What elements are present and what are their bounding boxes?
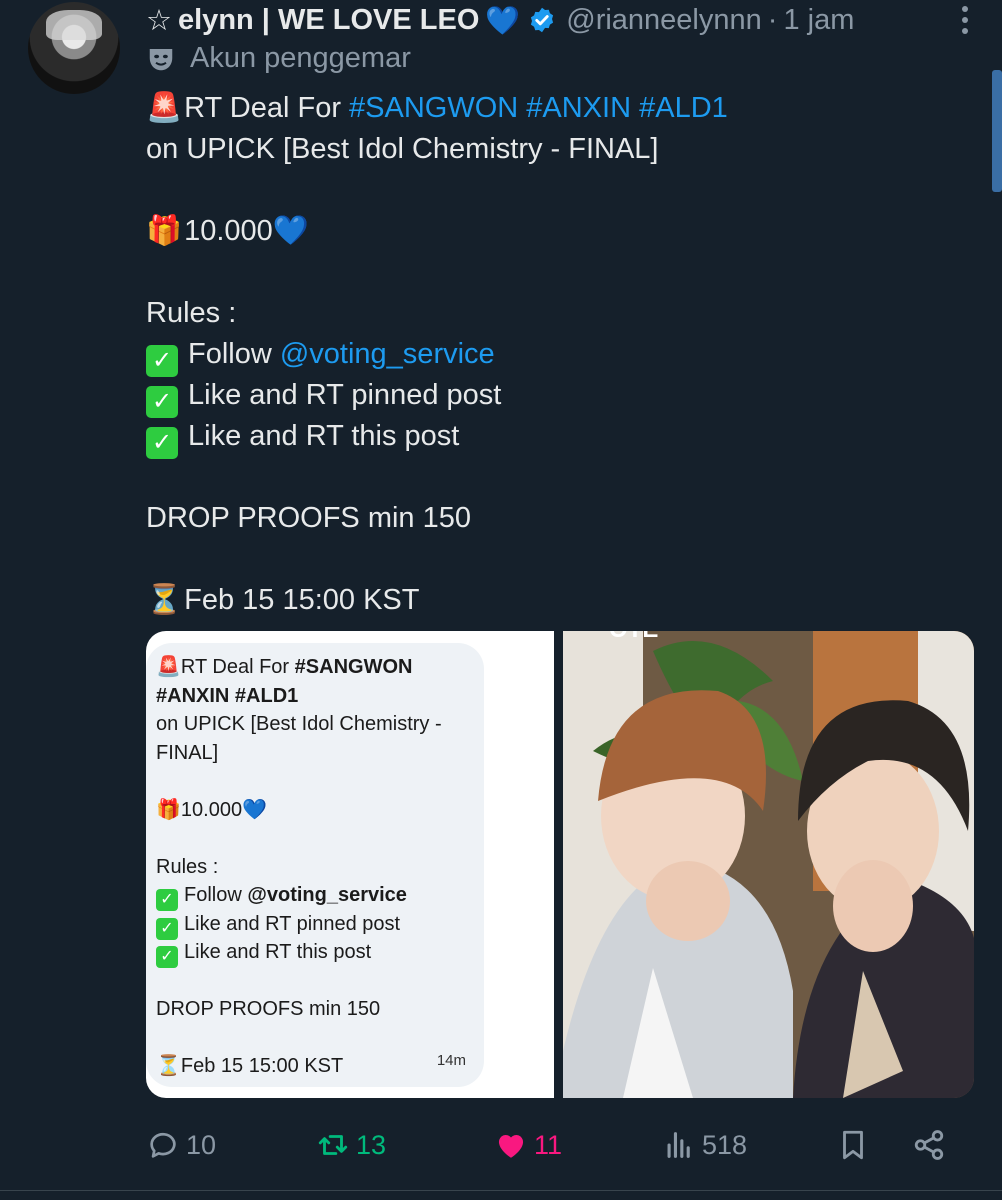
hashtag-ald1[interactable]: #ALD1 xyxy=(639,92,728,124)
hourglass-emoji: ⏳ xyxy=(156,1055,181,1077)
check-mark-icon: ✓ xyxy=(156,889,178,911)
scrollbar[interactable] xyxy=(992,70,1002,192)
media-screenshot[interactable]: 🚨RT Deal For #SANGWON #ANXIN #ALD1 on UP… xyxy=(146,631,554,1098)
tweet-line: 🎁10.000💙 xyxy=(146,211,966,252)
retweet-icon xyxy=(318,1135,348,1155)
bookmark-button[interactable] xyxy=(836,1118,870,1172)
fan-account-text: Akun penggemar xyxy=(190,42,411,74)
verified-badge-icon xyxy=(528,6,556,34)
bubble-text: Feb 15 15:00 KST xyxy=(180,1055,344,1077)
mention-voting-service[interactable]: @voting_service xyxy=(280,338,495,370)
share-icon xyxy=(914,1130,944,1160)
tweet-line-text: Like and RT pinned post xyxy=(188,379,502,411)
bubble-text: on UPICK [Best Idol Chemistry - xyxy=(156,713,442,735)
bookmark-icon xyxy=(843,1130,863,1160)
tweet-text: 🚨RT Deal For #SANGWON #ANXIN #ALD1 on UP… xyxy=(146,88,966,621)
tweet-line: DROP PROOFS min 150 xyxy=(146,502,472,534)
views-button[interactable]: 518 xyxy=(662,1118,747,1172)
tweet-media[interactable]: 🚨RT Deal For #SANGWON #ANXIN #ALD1 on UP… xyxy=(146,631,974,1098)
siren-emoji: 🚨 xyxy=(156,656,181,678)
check-mark-icon: ✓ xyxy=(146,386,178,418)
tweet-line: ✓ Like and RT pinned post xyxy=(146,375,966,418)
bubble-mention: @voting_service xyxy=(247,884,407,906)
photo-illustration: OTE xyxy=(563,631,974,1098)
tweet-line: ⏳Feb 15 15:00 KST xyxy=(146,580,966,621)
check-mark-icon: ✓ xyxy=(146,345,178,377)
hourglass-emoji: ⏳ xyxy=(146,584,183,616)
bubble-text: RT Deal For xyxy=(180,656,295,678)
bubble-text: Like and RT this post xyxy=(184,941,372,963)
tweet-header: ☆ elynn | WE LOVE LEO 💙 @rianneelynnn · … xyxy=(146,0,854,40)
tweet-line-text: Feb 15 15:00 KST xyxy=(184,584,420,616)
siren-emoji: 🚨 xyxy=(146,92,183,124)
bubble-text: Follow xyxy=(184,884,248,906)
display-name[interactable]: elynn | WE LOVE LEO xyxy=(178,4,479,37)
hashtag-anxin[interactable]: #ANXIN xyxy=(526,92,631,124)
handle[interactable]: @rianneelynnn xyxy=(566,4,762,37)
reply-icon xyxy=(150,1132,176,1158)
fan-account-label: Akun penggemar xyxy=(146,42,411,75)
media-photo[interactable]: OTE xyxy=(563,631,974,1098)
heart-icon xyxy=(498,1135,524,1158)
bubble-text: FINAL] xyxy=(156,741,219,764)
retweet-count: 13 xyxy=(356,1129,387,1160)
bubble-hashtag: #SANGWON xyxy=(294,656,413,678)
like-button[interactable]: 11 xyxy=(494,1118,562,1172)
display-name-star: ☆ xyxy=(146,4,172,37)
action-bar: 10 13 11 518 xyxy=(0,1118,1002,1172)
tweet-line-text: Like and RT this post xyxy=(188,420,460,452)
gift-emoji: 🎁 xyxy=(146,215,183,247)
bubble-text: Rules : xyxy=(156,855,219,878)
check-mark-icon: ✓ xyxy=(156,946,178,968)
like-count: 11 xyxy=(534,1129,563,1160)
mask-icon xyxy=(149,48,173,70)
bubble-text: 10.000 xyxy=(180,798,243,821)
divider xyxy=(0,1190,1002,1191)
timestamp[interactable]: 1 jam xyxy=(783,4,854,37)
tweet-line: on UPICK [Best Idol Chemistry - FINAL] xyxy=(146,133,659,165)
media-divider xyxy=(554,631,563,1098)
blue-heart-emoji: 💙 xyxy=(242,798,267,821)
bubble-text: DROP PROOFS min 150 xyxy=(156,998,381,1020)
blue-heart-emoji: 💙 xyxy=(485,4,521,36)
photo-top-text: OTE xyxy=(609,631,658,643)
retweet-button[interactable]: 13 xyxy=(316,1118,386,1172)
hashtag-sangwon[interactable]: #SANGWON xyxy=(349,92,518,124)
views-count: 518 xyxy=(702,1129,748,1160)
more-dots-icon[interactable] xyxy=(960,6,970,38)
tweet-line: 🚨RT Deal For #SANGWON #ANXIN #ALD1 xyxy=(146,88,966,129)
message-bubble: 🚨RT Deal For #SANGWON #ANXIN #ALD1 on UP… xyxy=(146,643,484,1087)
tweet-line-text: 10.000 xyxy=(184,215,273,247)
tweet-line: ✓ Follow @voting_service xyxy=(146,334,966,377)
check-mark-icon: ✓ xyxy=(156,917,178,940)
bubble-hashtag: #ANXIN #ALD1 xyxy=(156,684,299,707)
tweet-line-text: RT Deal For xyxy=(184,92,350,124)
tweet-line: Rules : xyxy=(146,297,237,329)
share-button[interactable] xyxy=(912,1118,946,1172)
views-icon xyxy=(667,1132,690,1158)
avatar[interactable] xyxy=(28,2,120,94)
reply-count: 10 xyxy=(186,1129,217,1160)
bubble-timestamp: 14m xyxy=(436,1051,466,1069)
tweet-line: ✓ Like and RT this post xyxy=(146,416,966,459)
gift-emoji: 🎁 xyxy=(156,798,181,821)
check-mark-icon: ✓ xyxy=(146,427,178,459)
reply-button[interactable]: 10 xyxy=(146,1118,216,1172)
tweet-line-text: Follow xyxy=(188,338,280,370)
bubble-text: Like and RT pinned post xyxy=(184,912,401,935)
separator-dot: · xyxy=(767,3,778,36)
blue-heart-emoji: 💙 xyxy=(272,215,309,247)
